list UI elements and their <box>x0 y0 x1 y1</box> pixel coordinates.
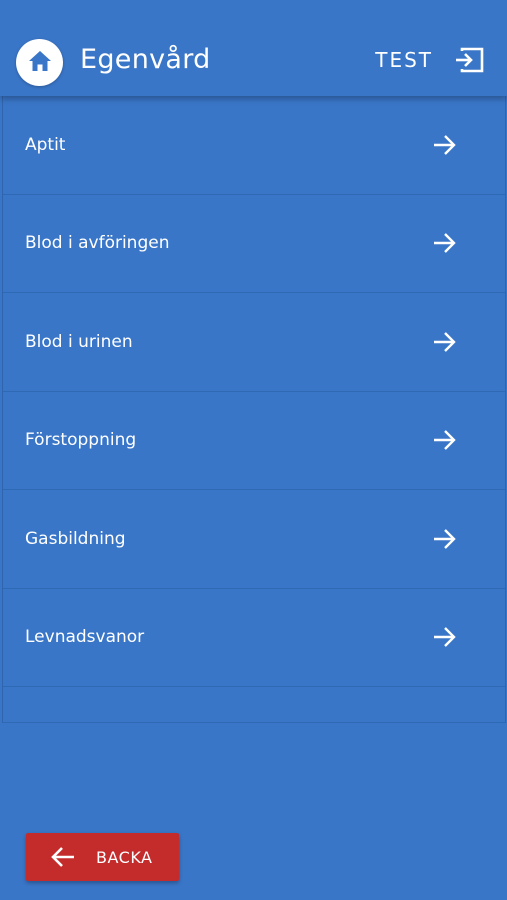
home-button[interactable] <box>16 39 63 86</box>
app-header: Egenvård TEST <box>0 0 507 96</box>
list-item-aptit[interactable]: Aptit <box>3 96 505 195</box>
self-care-topic-list: Aptit Blod i avföringen Blod i urinen Fö… <box>2 96 506 723</box>
user-name: TEST <box>375 48 433 72</box>
arrow-right-icon <box>433 331 457 353</box>
list-item-blod-i-urinen[interactable]: Blod i urinen <box>3 293 505 392</box>
list-item-label: Gasbildning <box>25 528 126 549</box>
back-button-label: BACKA <box>96 847 153 867</box>
arrow-left-icon <box>50 845 76 869</box>
list-item-levnadsvanor[interactable]: Levnadsvanor <box>3 589 505 687</box>
list-item-gasbildning[interactable]: Gasbildning <box>3 490 505 589</box>
logout-icon <box>453 46 485 74</box>
list-item-label: Blod i avföringen <box>25 233 170 254</box>
logout-button[interactable]: TEST <box>375 46 485 74</box>
list-item-label: Blod i urinen <box>25 331 133 352</box>
list-item-label: Förstoppning <box>25 430 137 451</box>
list-item-label: Levnadsvanor <box>25 627 145 648</box>
arrow-right-icon <box>433 232 457 254</box>
page-title: Egenvård <box>80 44 211 75</box>
list-item-blod-i-avforingen[interactable]: Blod i avföringen <box>3 195 505 293</box>
list-item-forstoppning[interactable]: Förstoppning <box>3 392 505 490</box>
arrow-right-icon <box>433 429 457 451</box>
list-item-label: Aptit <box>25 134 66 155</box>
arrow-right-icon <box>433 626 457 648</box>
arrow-right-icon <box>433 528 457 550</box>
back-button[interactable]: BACKA <box>26 833 179 881</box>
list-footer-spacer <box>3 687 505 723</box>
app-screen: Egenvård TEST Aptit Blod i avföringen Bl… <box>0 0 507 900</box>
home-icon <box>28 50 52 76</box>
arrow-right-icon <box>433 134 457 156</box>
